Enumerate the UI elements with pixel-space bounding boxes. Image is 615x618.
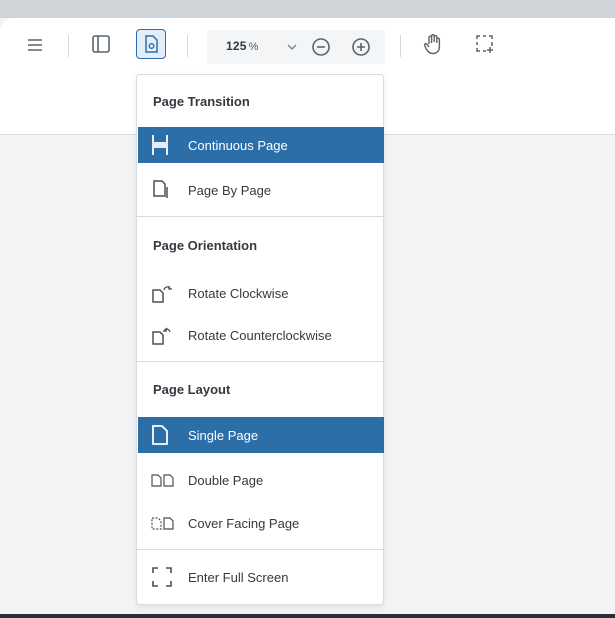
- zoom-unit: %: [248, 41, 259, 53]
- menu-item-double-page[interactable]: Double Page: [138, 462, 384, 498]
- rotate-counterclockwise-icon: [151, 325, 181, 345]
- menu-item-label: Double Page: [188, 472, 264, 488]
- sidebar-toggle-icon[interactable]: [90, 33, 112, 55]
- menu-item-enter-full-screen[interactable]: Enter Full Screen: [138, 559, 384, 595]
- marquee-select-icon[interactable]: [474, 33, 496, 55]
- toolbar-divider: [68, 35, 69, 57]
- zoom-in-icon[interactable]: [350, 36, 372, 58]
- rotate-clockwise-icon: [151, 283, 181, 303]
- pan-hand-icon[interactable]: [421, 32, 445, 56]
- continuous-page-icon: [151, 134, 181, 156]
- menu-item-label: Rotate Clockwise: [188, 285, 289, 301]
- menu-item-label: Enter Full Screen: [188, 569, 289, 585]
- menu-divider: [137, 216, 383, 217]
- menu-item-label: Cover Facing Page: [188, 515, 300, 531]
- zoom-out-icon[interactable]: [310, 36, 332, 58]
- toolbar-divider: [400, 35, 401, 57]
- page-settings-icon[interactable]: [136, 29, 166, 59]
- menu-divider: [137, 361, 383, 362]
- menu-item-rotate-counterclockwise[interactable]: Rotate Counterclockwise: [138, 317, 384, 353]
- zoom-value[interactable]: 125%: [226, 39, 259, 53]
- menu-item-single-page[interactable]: Single Page: [138, 417, 384, 453]
- zoom-number: 125: [226, 39, 247, 53]
- cover-facing-page-icon: [151, 516, 181, 530]
- menu-item-label: Rotate Counterclockwise: [188, 327, 332, 343]
- menu-item-label: Page By Page: [188, 182, 272, 198]
- page-by-page-icon: [151, 180, 181, 200]
- menu-item-label: Single Page: [188, 427, 259, 443]
- menu-item-page-by-page[interactable]: Page By Page: [138, 172, 384, 208]
- page-layout-heading: Page Layout: [153, 382, 231, 397]
- menu-item-rotate-clockwise[interactable]: Rotate Clockwise: [138, 275, 384, 311]
- double-page-icon: [151, 473, 181, 487]
- toolbar-divider: [187, 35, 188, 57]
- menu-icon[interactable]: [25, 35, 45, 55]
- page-transition-heading: Page Transition: [153, 94, 250, 109]
- toolbar: 125%: [0, 18, 615, 74]
- menu-item-continuous-page[interactable]: Continuous Page: [138, 127, 384, 163]
- zoom-control: 125%: [207, 30, 385, 64]
- window-top-strip: [0, 0, 615, 18]
- menu-item-cover-facing-page[interactable]: Cover Facing Page: [138, 505, 384, 541]
- menu-item-label: Continuous Page: [188, 137, 288, 153]
- menu-divider: [137, 549, 383, 550]
- bottom-border: [0, 614, 615, 618]
- fullscreen-icon: [151, 566, 181, 588]
- page-orientation-heading: Page Orientation: [153, 238, 258, 253]
- page-settings-menu: Page Transition Continuous Page Page By …: [136, 74, 384, 605]
- chevron-down-icon[interactable]: [285, 39, 299, 55]
- single-page-icon: [151, 425, 181, 445]
